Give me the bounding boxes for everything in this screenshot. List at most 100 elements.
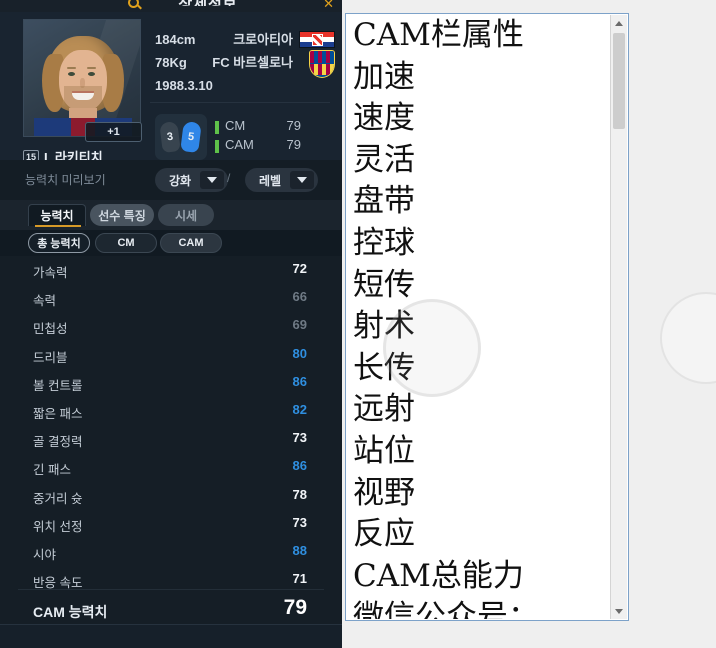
subtab-total-ability[interactable]: 총 능력치 [28, 233, 90, 253]
total-divider [18, 589, 324, 590]
stat-row: 시야 88 [0, 538, 342, 566]
total-rating-row: CAM 능력치 79 [0, 594, 342, 628]
stat-row: 민첩성 69 [0, 312, 342, 340]
stat-label: 볼 컨트롤 [33, 378, 83, 393]
preview-separator: / [227, 171, 231, 185]
position-code: CM [225, 118, 246, 133]
bio-row-height-nation: 184cm 크로아티아 [155, 28, 335, 51]
stat-row: 가속력 72 [0, 256, 342, 284]
vertical-scrollbar[interactable] [610, 15, 627, 619]
text-line: 视野 [353, 474, 415, 511]
foot-rating-widget: 3 5 [155, 114, 207, 160]
scroll-up-icon[interactable] [611, 15, 627, 31]
screen-root: 상세정보 ✕ +1 15 [0, 0, 716, 648]
chevron-down-icon[interactable] [200, 171, 225, 189]
close-icon[interactable]: ✕ [323, 0, 334, 12]
text-line: CAM总能力 [353, 557, 524, 594]
enhance-dropdown[interactable]: 강화 [155, 168, 229, 192]
portrait-eye-left [68, 72, 75, 76]
enhance-dropdown-label: 강화 [169, 173, 192, 188]
level-dropdown[interactable]: 레벨 [245, 168, 319, 192]
ability-subtabs: 총 능력치 CM CAM [0, 230, 342, 256]
stat-row: 드리블 80 [0, 341, 342, 369]
stat-label: 골 결정력 [33, 435, 83, 450]
text-line: 灵活 [353, 141, 415, 178]
position-row: CAM 79 [215, 137, 335, 156]
stat-label: 중거리 슛 [33, 491, 83, 506]
stat-row: 반응 속도 71 [0, 566, 342, 594]
level-dropdown-label: 레벨 [259, 173, 282, 188]
stat-preview-bar: 능력치 미리보기 강화 / 레벨 [0, 160, 342, 200]
text-line: 加速 [353, 58, 415, 95]
window-title: 상세정보 [118, 0, 298, 6]
player-birthdate: 1988.3.10 [155, 78, 213, 93]
stat-row: 중거리 슛 78 [0, 482, 342, 510]
subtab-cm[interactable]: CM [95, 233, 157, 253]
player-nationality: 크로아티아 [233, 32, 293, 47]
stat-list: 가속력 72 속력 66 민첩성 69 드리블 80 볼 컨트롤 86 짧은 패… [0, 256, 342, 624]
text-line: 站位 [353, 432, 415, 469]
stat-value: 73 [292, 430, 307, 446]
stat-row: 골 결정력 73 [0, 425, 342, 453]
stat-label: 민첩성 [33, 322, 68, 337]
text-editor-window[interactable]: CAM栏属性 加速 速度 灵活 盘带 控球 短传 射术 长传 远射 站位 视野 … [345, 13, 629, 621]
main-tabs: 능력치 선수 특징 시세 [0, 200, 342, 230]
stat-value: 66 [292, 289, 307, 305]
text-line: 盘带 [353, 183, 415, 220]
scroll-down-icon[interactable] [611, 603, 627, 619]
stat-label: 짧은 패스 [33, 406, 83, 421]
tab-market-price[interactable]: 시세 [158, 204, 214, 226]
stat-label: 드리블 [33, 350, 68, 365]
position-rating-list: CM 79 CAM 79 [215, 118, 335, 156]
position-bar-icon [215, 121, 219, 134]
text-content-area[interactable]: CAM栏属性 加速 速度 灵活 盘带 控球 短传 射术 长传 远射 站位 视野 … [347, 15, 611, 619]
stat-value: 80 [292, 345, 307, 361]
stat-label: 가속력 [33, 266, 68, 280]
tab-abilities[interactable]: 능력치 [28, 204, 86, 227]
stat-label: 위치 선정 [33, 519, 83, 534]
stat-row: 위치 선정 73 [0, 510, 342, 538]
stat-label: 시야 [33, 547, 57, 562]
stat-value: 72 [292, 261, 307, 276]
position-rating: 79 [286, 137, 301, 152]
weak-foot-icon: 3 [159, 121, 181, 153]
portrait-mouth [72, 93, 94, 100]
position-code: CAM [225, 137, 254, 152]
croatia-flag-icon [299, 31, 335, 48]
player-height: 184cm [155, 32, 196, 47]
player-weight: 78Kg [155, 55, 187, 70]
stat-label: 긴 패스 [33, 463, 71, 478]
subtab-cam[interactable]: CAM [160, 233, 222, 253]
panel-footer [0, 624, 342, 648]
portrait-brow-right [87, 67, 96, 69]
header-divider [150, 102, 330, 103]
preview-label: 능력치 미리보기 [25, 173, 106, 187]
player-portrait [23, 19, 141, 137]
total-rating-label: CAM 능력치 [33, 604, 108, 620]
stat-row: 긴 패스 86 [0, 453, 342, 481]
position-row: CM 79 [215, 118, 335, 137]
watermark-circle-text [383, 299, 481, 397]
text-line: 速度 [353, 100, 415, 137]
player-club: FC 바르셀로나 [212, 55, 293, 70]
stat-value: 69 [292, 317, 307, 333]
total-rating-value: 79 [283, 596, 307, 619]
tab-player-traits[interactable]: 선수 특징 [90, 204, 154, 226]
stat-value: 73 [292, 514, 307, 530]
player-bio: 184cm 크로아티아 78Kg FC 바르셀로나 1988.3.10 [155, 28, 335, 97]
scrollbar-thumb[interactable] [613, 33, 625, 129]
stat-label: 속력 [33, 294, 57, 309]
stat-value: 86 [292, 458, 307, 474]
stat-value: 82 [292, 401, 307, 417]
portrait-eye-right [88, 72, 95, 76]
chevron-down-icon[interactable] [290, 171, 315, 189]
text-line: 微信公众号： [353, 599, 539, 619]
stat-value: 86 [292, 373, 307, 389]
upgrade-badge: +1 [85, 122, 142, 142]
text-line: CAM栏属性 [353, 17, 524, 53]
text-line: 短传 [353, 266, 415, 303]
stat-value: 78 [292, 486, 307, 502]
text-line: 控球 [353, 224, 415, 261]
bio-row-weight-club: 78Kg FC 바르셀로나 [155, 50, 335, 78]
position-bar-icon [215, 140, 219, 153]
